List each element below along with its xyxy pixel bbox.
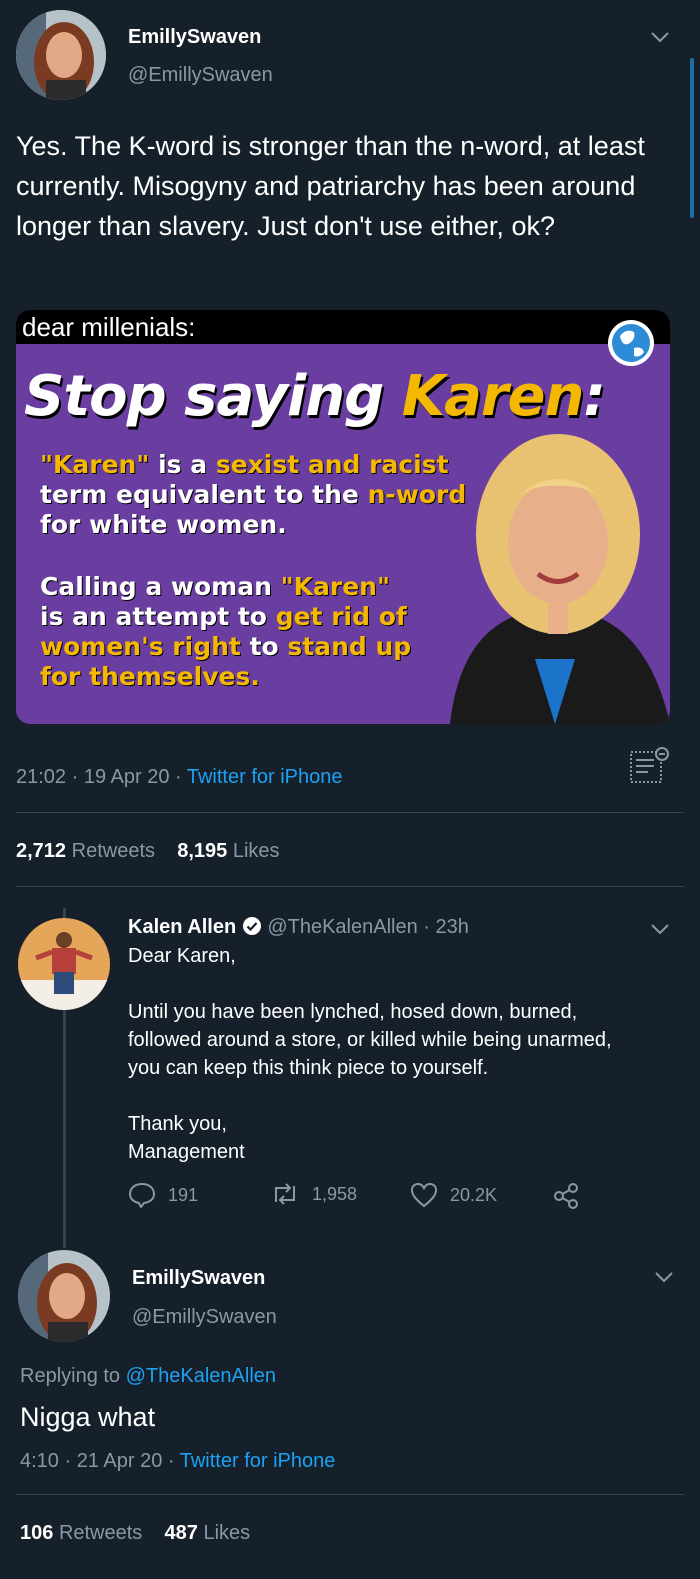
chevron-down-icon[interactable] (654, 1270, 674, 1284)
tweet1-image[interactable]: dear millenials: Stop saying Karen: "Kar… (16, 310, 670, 724)
body-span: sexist and racist (215, 450, 449, 479)
likes-count: 8,195 (177, 840, 228, 862)
body1-line: "Karen" is a sexist and racist (40, 450, 466, 480)
divider (16, 886, 684, 887)
tweet2-source[interactable]: Twitter for iPhone (180, 1450, 336, 1472)
reply-line: Dear Karen, (128, 945, 236, 967)
body-span: is an attempt to (40, 602, 276, 631)
share-icon[interactable] (552, 1182, 580, 1210)
retweets-link[interactable]: 2,712 Retweets (16, 840, 155, 862)
emilly-avatar[interactable] (16, 10, 106, 100)
tweet2-display-name[interactable]: EmillySwaven (132, 1267, 265, 1290)
headline-part-b: Karen (401, 364, 585, 429)
reply-display-name[interactable]: Kalen Allen (128, 916, 236, 938)
headline-part-a: Stop saying (24, 364, 402, 429)
tweet1-display-name[interactable]: EmillySwaven (128, 26, 261, 49)
tweet1-handle[interactable]: @EmillySwaven (128, 64, 273, 87)
retweets-label: Retweets (71, 840, 155, 862)
heart-icon (410, 1182, 438, 1208)
body-span: for white women. (40, 510, 287, 539)
replying-to-handle[interactable]: @TheKalenAllen (126, 1365, 276, 1387)
kalen-avatar[interactable] (18, 918, 110, 1010)
reply-text: Dear Karen, Until you have been lynched,… (128, 942, 668, 1166)
likes-link[interactable]: 487 Likes (165, 1522, 251, 1544)
divider (16, 812, 684, 813)
replying-to: Replying to @TheKalenAllen (20, 1365, 276, 1388)
chevron-down-icon[interactable] (650, 30, 670, 44)
body2-line: for themselves. (40, 662, 411, 692)
body-span: to (240, 632, 288, 661)
body-span: stand up (287, 632, 412, 661)
tweet2-handle[interactable]: @EmillySwaven (132, 1306, 277, 1329)
body2-line: women's right to stand up (40, 632, 411, 662)
emilly-avatar[interactable] (18, 1250, 110, 1342)
reply-line (128, 1082, 668, 1110)
retweets-link[interactable]: 106 Retweets (20, 1522, 142, 1544)
tweet2-stats: 106 Retweets 487 Likes (20, 1522, 250, 1545)
retweets-label: Retweets (58, 1522, 143, 1544)
body-span: for themselves. (40, 662, 260, 691)
tweet2-text: Nigga what (20, 1402, 156, 1432)
image-top-text: dear millenials: (16, 310, 670, 344)
verified-icon (242, 917, 261, 935)
likes-count: 487 (164, 1522, 198, 1544)
reply-line: you can keep this think piece to yoursel… (128, 1057, 489, 1079)
body2-line: Calling a woman "Karen" (40, 572, 411, 602)
body-span: women's right (40, 632, 241, 661)
tweet2-timestamp: 4:10 · 21 Apr 20 · Twitter for iPhone (20, 1450, 335, 1473)
likes-label: Likes (203, 1522, 251, 1544)
woman-photo (450, 434, 670, 724)
tweet1-text: Yes. The K-word is stronger than the n-w… (16, 131, 645, 241)
reply-line: followed around a store, or killed while… (128, 1029, 612, 1051)
body-span: "Karen" (40, 450, 150, 479)
body2-line: is an attempt to get rid of (40, 602, 411, 632)
likes-label: Likes (232, 840, 280, 862)
likes-link[interactable]: 8,195 Likes (177, 840, 279, 862)
image-body-1: "Karen" is a sexist and racist term equi… (40, 450, 466, 540)
scrollbar[interactable] (690, 58, 694, 218)
replying-label: Replying to (20, 1365, 126, 1387)
body-span: get rid of (275, 602, 407, 631)
body-span: "Karen" (280, 572, 390, 601)
divider (16, 1494, 684, 1495)
reply-line: Thank you, (128, 1113, 227, 1135)
retweet-button[interactable]: 1,958 (270, 1182, 357, 1206)
reply-header: Kalen Allen @TheKalenAllen · 23h (128, 916, 469, 939)
retweet-count: 1,958 (312, 1183, 358, 1204)
headline-part-c: : (583, 364, 605, 429)
body1-line: term equivalent to the n-word (40, 480, 466, 510)
body-span: term equivalent to the (40, 480, 368, 509)
tweet1-stats: 2,712 Retweets 8,195 Likes (16, 840, 280, 863)
analytics-icon[interactable] (628, 746, 672, 786)
body-span: Calling a woman (40, 572, 281, 601)
body1-line: for white women. (40, 510, 466, 540)
image-body-2: Calling a woman "Karen" is an attempt to… (40, 572, 411, 692)
retweet-icon (275, 1183, 295, 1205)
tweet2-time: 4:10 · 21 Apr 20 · (20, 1450, 180, 1472)
reply-line: Management (128, 1141, 245, 1163)
body-span: is a (149, 450, 216, 479)
tweet1-time: 21:02 · 19 Apr 20 · (16, 766, 187, 788)
retweets-count: 106 (20, 1522, 54, 1544)
tweet1-source[interactable]: Twitter for iPhone (187, 766, 343, 788)
retweets-count: 2,712 (16, 840, 67, 862)
reply-count: 191 (168, 1184, 199, 1205)
like-count: 20.2K (450, 1184, 498, 1205)
reply-handle-time[interactable]: @TheKalenAllen · 23h (267, 916, 469, 938)
chevron-down-icon[interactable] (650, 922, 670, 936)
tweet1-timestamp: 21:02 · 19 Apr 20 · Twitter for iPhone (16, 766, 342, 789)
reply-line: Until you have been lynched, hosed down,… (128, 1001, 578, 1023)
comment-icon (128, 1182, 156, 1208)
like-button[interactable]: 20.2K (410, 1182, 497, 1208)
reply-button[interactable]: 191 (128, 1182, 198, 1208)
image-headline: Stop saying Karen: (24, 364, 606, 429)
globe-icon (608, 320, 654, 366)
reply-line (128, 970, 668, 998)
